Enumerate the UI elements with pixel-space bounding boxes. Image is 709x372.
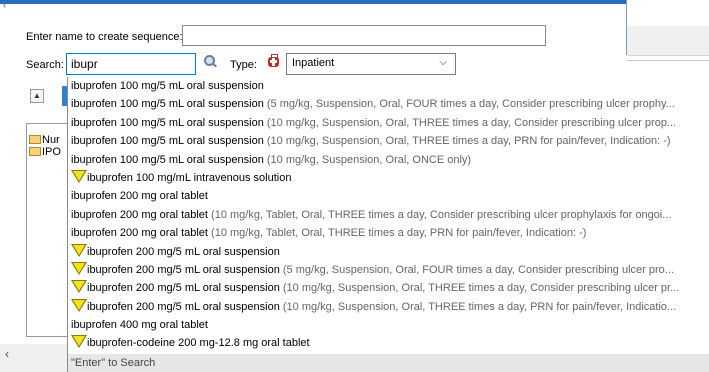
warning-triangle-icon [71, 298, 87, 312]
result-item[interactable]: ibuprofen 100 mg/5 mL oral suspension (1… [68, 151, 709, 169]
result-detail: (10 mg/kg, Tablet, Oral, THREE times a d… [211, 227, 587, 240]
warning-triangle-icon [71, 280, 87, 294]
result-item[interactable]: ibuprofen 400 mg oral tablet [68, 316, 709, 334]
result-item[interactable]: ibuprofen 100 mg/5 mL oral suspension (5… [68, 95, 709, 113]
result-item[interactable]: ibuprofen-codeine 200 mg-12.8 mg oral ta… [68, 334, 709, 352]
sequence-name-input[interactable] [182, 25, 546, 46]
result-item[interactable]: ibuprofen 200 mg oral tablet [68, 187, 709, 205]
result-item[interactable]: ibuprofen 200 mg oral tablet (10 mg/kg, … [68, 224, 709, 242]
tree-item-ipo[interactable]: IPO [29, 146, 69, 160]
results-list: ibuprofen 100 mg/5 mL oral suspension ibu… [68, 77, 709, 353]
warning-triangle-icon [71, 243, 87, 257]
type-label: Type: [230, 59, 257, 71]
scroll-left-icon[interactable]: ‹ [5, 347, 9, 361]
result-name: ibuprofen 200 mg oral tablet [71, 208, 208, 221]
background-panel [627, 26, 709, 56]
type-select[interactable]: Inpatient ⌵ [286, 53, 456, 75]
result-name: ibuprofen 200 mg/5 mL oral suspension [87, 245, 280, 258]
result-name: ibuprofen 200 mg/5 mL oral suspension [87, 263, 280, 276]
warning-triangle-icon [71, 335, 87, 349]
result-item[interactable]: ibuprofen 100 mg/5 mL oral suspension (1… [68, 114, 709, 132]
magnifier-icon[interactable] [204, 55, 217, 68]
result-item[interactable]: ibuprofen 200 mg oral tablet (10 mg/kg, … [68, 206, 709, 224]
chevron-down-icon[interactable]: ⌵ [439, 57, 447, 68]
warning-triangle-icon [71, 261, 87, 275]
folder-tree: Nur IPO [26, 123, 69, 337]
result-name: ibuprofen 100 mg/mL intravenous solution [87, 171, 292, 184]
result-name: ibuprofen 200 mg oral tablet [71, 190, 208, 203]
result-name: ibuprofen 200 mg/5 mL oral suspension [87, 300, 280, 313]
folder-icon [29, 135, 41, 144]
folder-icon [29, 147, 41, 156]
horizontal-scrollbar[interactable]: ‹ [0, 344, 68, 372]
result-name: ibuprofen 100 mg/5 mL oral suspension [71, 98, 264, 111]
result-detail: (10 mg/kg, Suspension, Oral, ONCE only) [266, 153, 472, 166]
medical-kit-icon [266, 54, 280, 68]
search-input[interactable]: ibupr [66, 53, 196, 75]
result-name: ibuprofen 100 mg/5 mL oral suspension [71, 116, 264, 129]
result-detail: (10 mg/kg, Tablet, Oral, THREE times a d… [211, 208, 672, 221]
result-name: ibuprofen 200 mg/5 mL oral suspension [87, 282, 280, 295]
name-label: Enter name to create sequence: [26, 31, 183, 43]
search-label: Search: [26, 59, 64, 71]
result-detail: (10 mg/kg, Suspension, Oral, THREE times… [282, 282, 680, 295]
arrow-up-icon: ▲ [33, 91, 41, 100]
result-name: ibuprofen 400 mg oral tablet [71, 319, 208, 332]
move-up-button[interactable]: ▲ [30, 89, 44, 103]
background-divider [627, 60, 709, 61]
result-name: ibuprofen-codeine 200 mg-12.8 mg oral ta… [87, 337, 310, 350]
result-item[interactable]: ibuprofen 200 mg/5 mL oral suspension [68, 243, 709, 261]
result-name: ibuprofen 100 mg/5 mL oral suspension [71, 80, 264, 92]
result-item[interactable]: ibuprofen 100 mg/mL intravenous solution [68, 169, 709, 187]
result-item[interactable]: ibuprofen 200 mg/5 mL oral suspension (1… [68, 279, 709, 297]
result-detail: (5 mg/kg, Suspension, Oral, FOUR times a… [266, 98, 675, 111]
result-name: ibuprofen 100 mg/5 mL oral suspension [71, 135, 264, 148]
result-name: ibuprofen 100 mg/5 mL oral suspension [71, 153, 264, 166]
search-hint: "Enter" to Search [68, 354, 709, 372]
result-detail: (10 mg/kg, Suspension, Oral, THREE times… [282, 300, 677, 313]
result-item[interactable]: ibuprofen 100 mg/5 mL oral suspension (1… [68, 132, 709, 150]
result-name: ibuprofen 200 mg oral tablet [71, 227, 208, 240]
result-item[interactable]: ibuprofen 100 mg/5 mL oral suspension [68, 77, 709, 95]
result-item[interactable]: ibuprofen 200 mg/5 mL oral suspension (1… [68, 298, 709, 316]
result-detail: (5 mg/kg, Suspension, Oral, FOUR times a… [282, 263, 674, 276]
result-detail: (10 mg/kg, Suspension, Oral, THREE times… [266, 116, 677, 129]
result-detail: (10 mg/kg, Suspension, Oral, THREE times… [266, 135, 671, 148]
result-item[interactable]: ibuprofen 200 mg/5 mL oral suspension (5… [68, 261, 709, 279]
search-results-dropdown[interactable]: ibuprofen 100 mg/5 mL oral suspension ibu… [67, 77, 709, 372]
corner-glyph: ‹ [3, 0, 6, 10]
warning-triangle-icon [71, 169, 87, 183]
type-select-value: Inpatient [292, 57, 335, 69]
window-title-bar [0, 0, 627, 4]
